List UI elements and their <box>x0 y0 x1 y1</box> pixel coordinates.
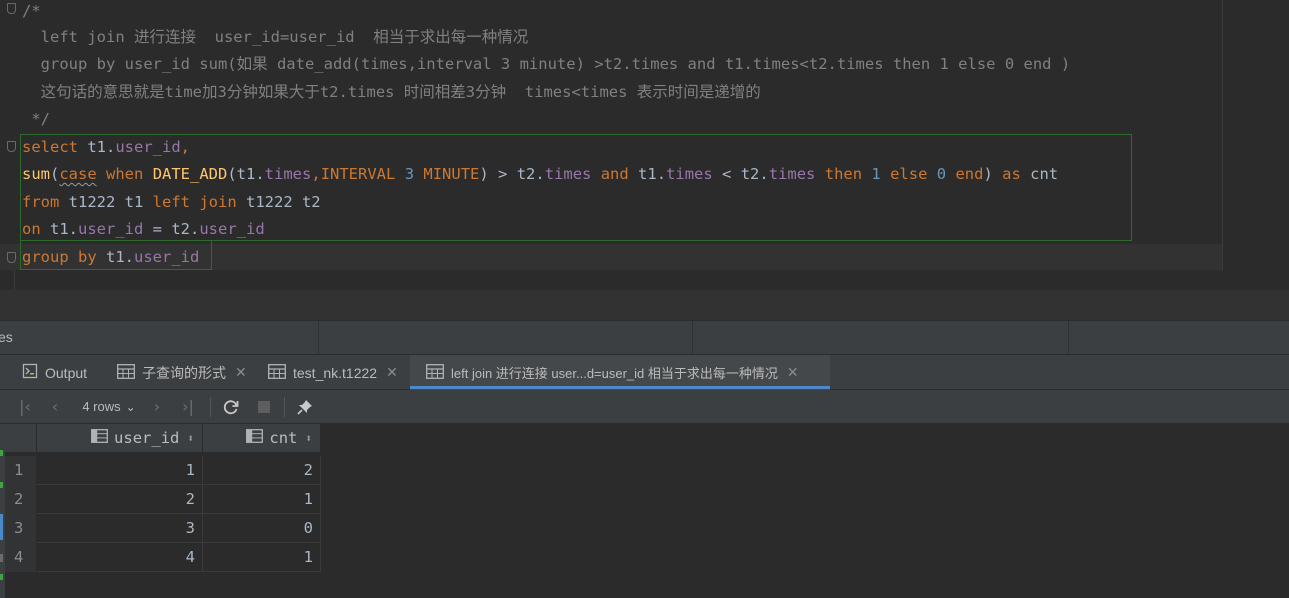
column-icon <box>246 424 264 453</box>
sort-icon[interactable]: ⬍ <box>187 424 194 453</box>
result-grid[interactable]: user_id ⬍ cnt ⬍ 1 1 2 2 2 1 3 3 0 4 4 1 <box>5 424 1289 598</box>
result-tab-bar: Output 子查询的形式 ✕ test_nk.t1222 ✕ left joi… <box>0 354 1289 390</box>
gutter-divider <box>14 270 15 290</box>
stripe-mark <box>0 482 3 488</box>
comment-line-3: 这句话的意思就是time加3分钟如果大于t2.times 时间相差3分钟 tim… <box>22 83 761 101</box>
tab-output[interactable]: Output <box>22 355 87 390</box>
stripe-mark <box>0 450 3 456</box>
tab-subquery[interactable]: 子查询的形式 ✕ <box>117 355 247 390</box>
cell-user-id[interactable]: 3 <box>37 514 203 543</box>
output-icon <box>22 363 38 382</box>
active-tab-indicator <box>410 386 830 389</box>
column-header-cnt[interactable]: cnt ⬍ <box>203 424 321 453</box>
row-number[interactable]: 3 <box>5 514 37 543</box>
table-icon <box>268 363 286 382</box>
refresh-icon[interactable] <box>220 390 242 423</box>
stripe-mark <box>0 574 3 580</box>
toolbar-separator <box>284 397 285 417</box>
close-icon[interactable]: ✕ <box>235 364 247 381</box>
comment-close: */ <box>22 110 50 128</box>
header-divider <box>1068 321 1069 355</box>
result-toolbar: |‹ ‹ 4 rows ⌄ › ›| <box>0 390 1289 424</box>
stripe-mark <box>0 514 3 540</box>
header-divider <box>318 321 319 355</box>
pin-icon[interactable] <box>294 390 316 423</box>
cell-user-id[interactable]: 2 <box>37 485 203 514</box>
cell-user-id[interactable]: 1 <box>37 456 203 485</box>
cell-cnt[interactable]: 1 <box>203 543 321 572</box>
column-header-label: cnt <box>269 428 298 447</box>
services-panel-header: es <box>0 320 1289 355</box>
comment-line-2: group by user_id sum(如果 date_add(times,i… <box>22 55 1071 73</box>
close-icon[interactable]: ✕ <box>386 364 398 381</box>
comment-open: /* <box>22 2 41 20</box>
header-divider <box>692 321 693 355</box>
table-icon <box>426 363 444 382</box>
cell-cnt[interactable]: 1 <box>203 485 321 514</box>
editor-bottom-area <box>0 270 1289 290</box>
rows-count-dropdown[interactable]: 4 rows ⌄ <box>76 390 142 423</box>
fold-marker-icon[interactable] <box>7 141 16 152</box>
cell-cnt[interactable]: 2 <box>203 456 321 485</box>
previous-page-icon[interactable]: ‹ <box>44 390 66 423</box>
column-header-label: user_id <box>114 428 180 447</box>
stop-icon[interactable] <box>253 390 275 423</box>
sort-icon[interactable]: ⬍ <box>305 424 312 453</box>
next-page-icon[interactable]: › <box>146 390 168 423</box>
chevron-down-icon: ⌄ <box>125 399 136 414</box>
panel-splitter[interactable] <box>0 290 1289 320</box>
column-icon <box>91 424 108 453</box>
row-number[interactable]: 1 <box>5 456 37 485</box>
first-page-icon[interactable]: |‹ <box>14 390 36 423</box>
stripe-mark <box>0 554 3 562</box>
rows-count-label: 4 rows <box>82 399 121 414</box>
tab-test-nk-t1222[interactable]: test_nk.t1222 ✕ <box>268 355 398 390</box>
services-title: es <box>0 329 13 345</box>
comment-line-1: left join 进行连接 user_id=user_id 相当于求出每一种情… <box>22 28 529 46</box>
cell-user-id[interactable]: 4 <box>37 543 203 572</box>
tab-label: test_nk.t1222 <box>293 364 378 381</box>
fold-marker-icon[interactable] <box>7 3 16 14</box>
warning-squiggle: case <box>59 165 97 183</box>
close-icon[interactable]: ✕ <box>787 364 799 381</box>
right-margin-guide <box>1222 0 1223 290</box>
table-icon <box>117 363 135 382</box>
tab-label: 子查询的形式 <box>142 364 226 381</box>
fold-marker-icon[interactable] <box>7 252 16 263</box>
toolbar-separator <box>210 397 211 417</box>
sql-line-group-by: group by t1.user_id <box>22 248 200 266</box>
last-page-icon[interactable]: ›| <box>176 390 200 423</box>
sql-line-sum: sum(case when DATE_ADD(t1.times,INTERVAL… <box>22 165 1059 183</box>
sql-editor[interactable]: /* left join 进行连接 user_id=user_id 相当于求出每… <box>0 0 1289 290</box>
sql-line-on: on t1.user_id = t2.user_id <box>22 220 265 238</box>
tab-label: left join 进行连接 user...d=user_id 相当于求出每一种… <box>451 366 778 381</box>
sql-line-from: from t1222 t1 left join t1222 t2 <box>22 193 321 211</box>
tab-left-join-query[interactable]: left join 进行连接 user...d=user_id 相当于求出每一种… <box>410 355 830 390</box>
row-number[interactable]: 2 <box>5 485 37 514</box>
sql-line-select: select t1.user_id, <box>22 138 190 156</box>
row-number[interactable]: 4 <box>5 543 37 572</box>
cell-cnt[interactable]: 0 <box>203 514 321 543</box>
tab-label: Output <box>45 364 88 381</box>
column-header-user-id[interactable]: user_id ⬍ <box>37 424 203 453</box>
grid-corner <box>5 424 37 453</box>
